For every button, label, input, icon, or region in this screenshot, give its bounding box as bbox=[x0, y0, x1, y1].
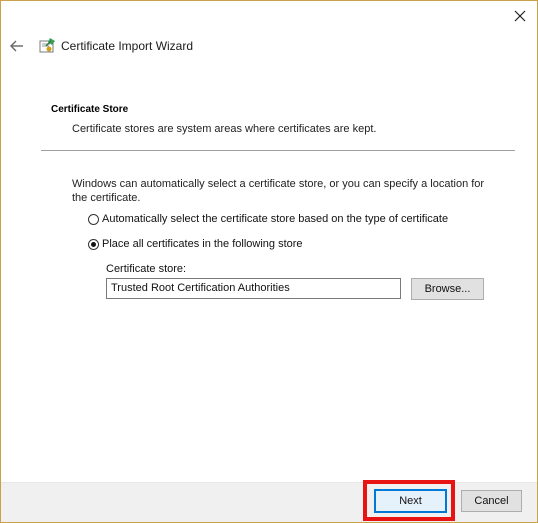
intro-text: Windows can automatically select a certi… bbox=[72, 178, 485, 204]
divider bbox=[41, 150, 515, 151]
place-in-store-label: Place all certificates in the following … bbox=[102, 238, 303, 250]
back-button[interactable] bbox=[7, 37, 27, 55]
back-arrow-icon bbox=[10, 40, 23, 52]
browse-button[interactable]: Browse... bbox=[411, 278, 484, 300]
certificate-wizard-icon bbox=[38, 37, 56, 55]
section-description: Certificate stores are system areas wher… bbox=[72, 123, 377, 135]
place-in-store-option[interactable]: Place all certificates in the following … bbox=[88, 238, 303, 250]
certificate-store-field[interactable]: Trusted Root Certification Authorities bbox=[106, 278, 401, 299]
auto-select-label: Automatically select the certificate sto… bbox=[102, 213, 449, 225]
auto-select-store-option[interactable]: Automatically select the certificate sto… bbox=[88, 213, 448, 225]
cancel-button[interactable]: Cancel bbox=[461, 490, 522, 512]
certificate-import-wizard-window: Certificate Import Wizard Certificate St… bbox=[0, 0, 538, 523]
close-icon bbox=[514, 10, 526, 22]
next-button[interactable]: Next bbox=[374, 489, 447, 513]
auto-select-radio[interactable] bbox=[88, 213, 99, 225]
place-in-store-radio[interactable] bbox=[88, 238, 99, 250]
certificate-store-label: Certificate store: bbox=[106, 263, 187, 275]
section-heading: Certificate Store bbox=[51, 104, 129, 115]
wizard-title: Certificate Import Wizard bbox=[61, 39, 194, 53]
close-button[interactable] bbox=[508, 5, 532, 27]
footer-bar bbox=[1, 482, 537, 522]
